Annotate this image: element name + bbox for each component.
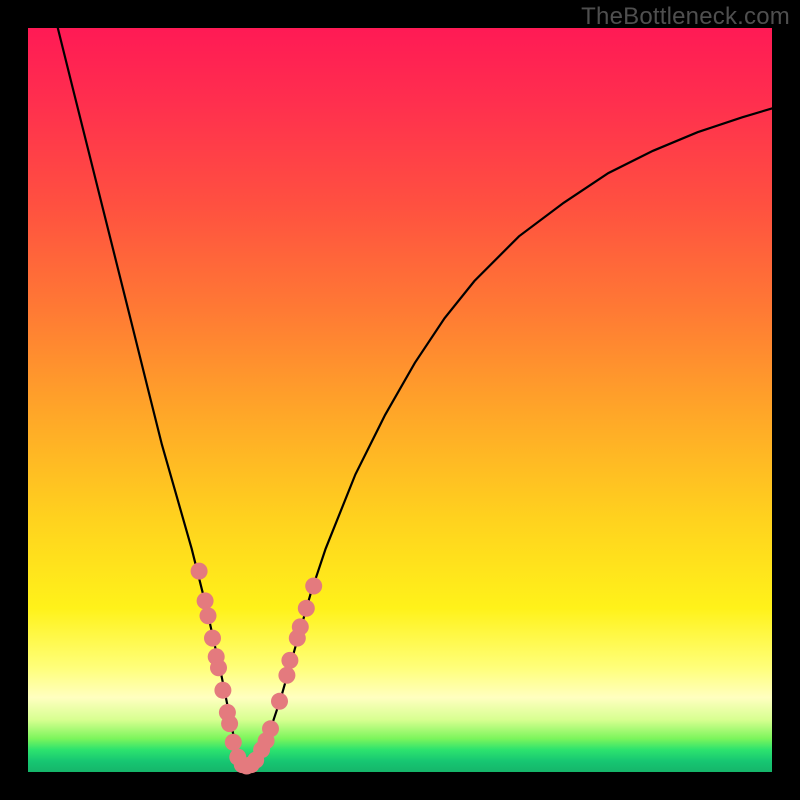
marker-dot xyxy=(221,715,238,732)
marker-dot xyxy=(281,652,298,669)
marker-dot xyxy=(271,693,288,710)
marker-dot xyxy=(262,720,279,737)
bottleneck-curve xyxy=(58,28,772,765)
markers-group xyxy=(191,563,323,775)
marker-dot xyxy=(278,667,295,684)
marker-dot xyxy=(214,682,231,699)
chart-frame: TheBottleneck.com xyxy=(0,0,800,800)
marker-dot xyxy=(225,734,242,751)
marker-dot xyxy=(298,600,315,617)
marker-dot xyxy=(191,563,208,580)
chart-svg xyxy=(28,28,772,772)
marker-dot xyxy=(197,592,214,609)
marker-dot xyxy=(292,618,309,635)
plot-area xyxy=(28,28,772,772)
marker-dot xyxy=(200,607,217,624)
marker-dot xyxy=(305,578,322,595)
marker-dot xyxy=(210,659,227,676)
watermark-text: TheBottleneck.com xyxy=(581,3,790,31)
marker-dot xyxy=(204,630,221,647)
